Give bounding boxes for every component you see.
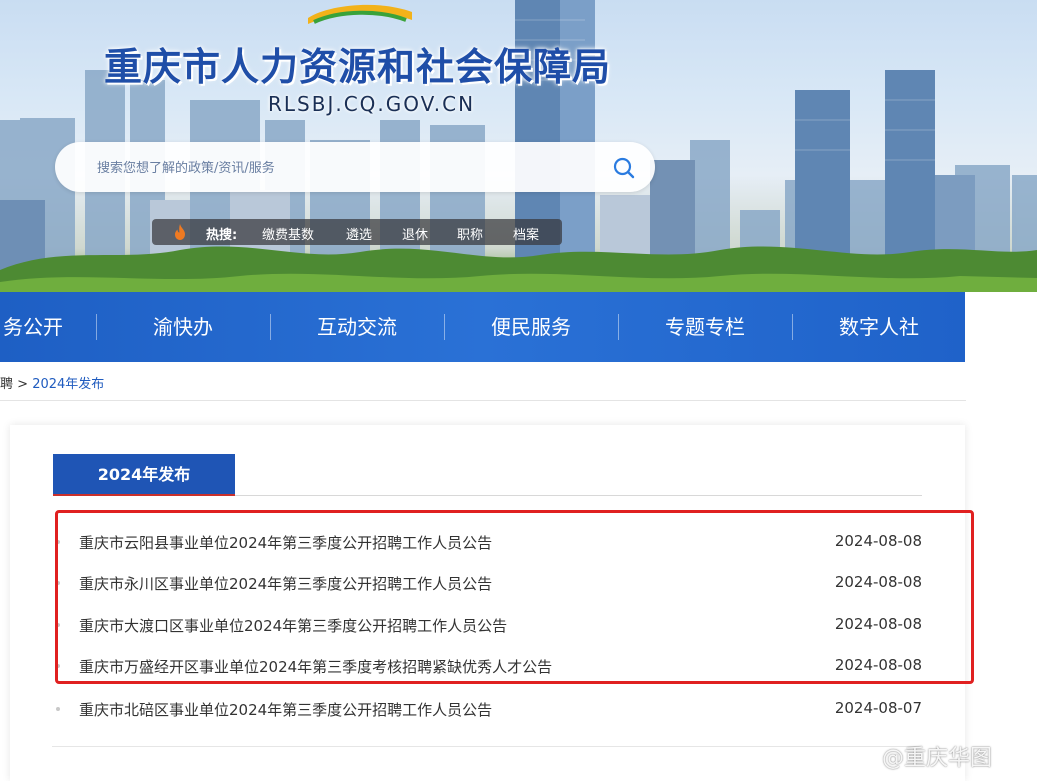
breadcrumb-parent-link[interactable]: 招聘 xyxy=(0,377,13,392)
bullet-dot-icon xyxy=(56,664,60,668)
list-item[interactable]: 重庆市万盛经开区事业单位2024年第三季度考核招聘紧缺优秀人才公告 2024-0… xyxy=(55,654,930,678)
nav-divider xyxy=(792,314,793,340)
hot-item-payment-base[interactable]: 缴费基数 xyxy=(262,224,314,243)
main-nav: 务公开 渝快办 互动交流 便民服务 专题专栏 数字人社 xyxy=(0,292,965,362)
search-icon[interactable] xyxy=(612,156,636,180)
nav-divider xyxy=(270,314,271,340)
bullet-dot-icon xyxy=(56,623,60,627)
list-item[interactable]: 重庆市云阳县事业单位2024年第三季度公开招聘工作人员公告 2024-08-08 xyxy=(55,530,930,554)
list-item-date: 2024-08-08 xyxy=(834,656,922,674)
bullet-dot-icon xyxy=(56,581,60,585)
hot-search-label: 热搜: xyxy=(206,228,238,243)
nav-item-yukuaiban[interactable]: 渝快办 xyxy=(108,292,258,362)
nav-item-digital-hr[interactable]: 数字人社 xyxy=(804,292,954,362)
watermark: @重庆华图 xyxy=(852,740,992,772)
breadcrumb-separator: > xyxy=(17,377,29,392)
hot-item-archive[interactable]: 档案 xyxy=(513,224,539,243)
nav-item-government-affairs[interactable]: 务公开 xyxy=(0,292,78,362)
list-item-title[interactable]: 重庆市北碚区事业单位2024年第三季度公开招聘工作人员公告 xyxy=(79,699,492,720)
site-title[interactable]: 重庆市人力资源和社会保障局 xyxy=(104,36,611,91)
nav-item-special-topics[interactable]: 专题专栏 xyxy=(630,292,780,362)
logo-emblem-icon xyxy=(308,4,412,24)
nav-divider xyxy=(444,314,445,340)
breadcrumb: 招聘 > 2024年发布 xyxy=(0,373,104,392)
list-item-title[interactable]: 重庆市永川区事业单位2024年第三季度公开招聘工作人员公告 xyxy=(79,573,492,594)
bullet-dot-icon xyxy=(56,540,60,544)
list-item-title[interactable]: 重庆市大渡口区事业单位2024年第三季度公开招聘工作人员公告 xyxy=(79,615,507,636)
header-banner: 重庆市人力资源和社会保障局 RLSBJ.CQ.GOV.CN 热搜: 缴费基数 遴… xyxy=(0,0,1037,292)
hot-item-title[interactable]: 职称 xyxy=(457,224,483,243)
hot-item-selection[interactable]: 遴选 xyxy=(346,224,372,243)
watermark-text: @重庆华图 xyxy=(882,746,993,771)
site-domain: RLSBJ.CQ.GOV.CN xyxy=(268,92,476,116)
panel-tab-2024[interactable]: 2024年发布 xyxy=(53,454,235,495)
hot-search-bar: 热搜: 缴费基数 遴选 退休 职称 档案 xyxy=(152,219,562,245)
list-item-title[interactable]: 重庆市云阳县事业单位2024年第三季度公开招聘工作人员公告 xyxy=(79,532,492,553)
panel-header-divider xyxy=(235,495,922,496)
list-item-date: 2024-08-08 xyxy=(834,573,922,591)
announcement-panel: 2024年发布 重庆市云阳县事业单位2024年第三季度公开招聘工作人员公告 20… xyxy=(10,425,965,781)
list-item-date: 2024-08-08 xyxy=(834,532,922,550)
nav-divider xyxy=(96,314,97,340)
search-input[interactable] xyxy=(95,154,579,182)
panel-bottom-divider xyxy=(52,746,922,747)
list-item-title[interactable]: 重庆市万盛经开区事业单位2024年第三季度考核招聘紧缺优秀人才公告 xyxy=(79,656,552,677)
list-item-date: 2024-08-07 xyxy=(834,699,922,717)
list-item-date: 2024-08-08 xyxy=(834,615,922,633)
panel-tab-underline xyxy=(53,494,235,496)
nav-item-interaction[interactable]: 互动交流 xyxy=(282,292,432,362)
list-item[interactable]: 重庆市北碚区事业单位2024年第三季度公开招聘工作人员公告 2024-08-07 xyxy=(55,697,930,721)
search-box xyxy=(55,142,655,192)
weibo-icon xyxy=(852,750,878,769)
list-item[interactable]: 重庆市大渡口区事业单位2024年第三季度公开招聘工作人员公告 2024-08-0… xyxy=(55,613,930,637)
breadcrumb-current[interactable]: 2024年发布 xyxy=(32,377,104,392)
nav-divider xyxy=(618,314,619,340)
nav-item-public-services[interactable]: 便民服务 xyxy=(456,292,606,362)
list-item[interactable]: 重庆市永川区事业单位2024年第三季度公开招聘工作人员公告 2024-08-08 xyxy=(55,571,930,595)
fire-icon xyxy=(175,224,185,240)
bullet-dot-icon xyxy=(56,707,60,711)
breadcrumb-divider xyxy=(0,400,966,401)
hot-item-retirement[interactable]: 退休 xyxy=(402,224,428,243)
